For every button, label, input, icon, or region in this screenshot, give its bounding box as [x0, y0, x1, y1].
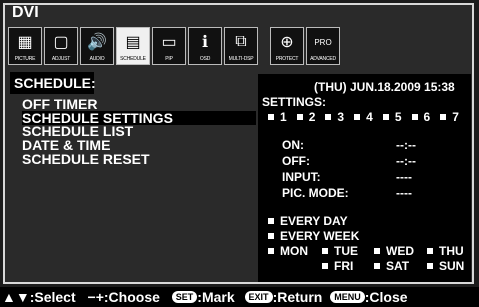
day-row-1: MON [268, 244, 308, 258]
settings-slots: 1 2 3 4 5 6 7 [268, 110, 459, 124]
exit-key-icon: EXIT [244, 291, 273, 304]
mark-hint: :Mark [197, 289, 235, 305]
close-hint: :Close [364, 289, 408, 305]
slot-7[interactable]: 7 [440, 110, 459, 124]
menu-key-icon: MENU [330, 291, 365, 304]
return-hint: :Return [272, 289, 323, 305]
key-guide-bar: ▲▼:Select −+:Choose SET:Mark EXIT:Return… [0, 287, 479, 307]
off-label: OFF: [282, 154, 310, 168]
day-tue[interactable]: TUE [322, 244, 358, 258]
every-week-option[interactable]: EVERY WEEK [268, 229, 359, 243]
slot-2[interactable]: 2 [296, 110, 315, 124]
day-fri[interactable]: FRI [322, 259, 353, 273]
protect-icon[interactable]: ⊕ PROTECT [270, 27, 304, 65]
input-value[interactable]: ---- [396, 170, 412, 184]
slot-1[interactable]: 1 [268, 110, 287, 124]
date-time-readout: (THU) JUN.18.2009 15:38 [314, 80, 455, 94]
day-sat[interactable]: SAT [374, 259, 409, 273]
day-thu[interactable]: THU [427, 244, 464, 258]
slot-6[interactable]: 6 [411, 110, 430, 124]
pip-icon[interactable]: ▭ PIP [152, 27, 186, 65]
schedule-settings-panel: (THU) JUN.18.2009 15:38 SETTINGS: 1 2 3 … [258, 74, 471, 282]
day-wed[interactable]: WED [374, 244, 414, 258]
on-time-value[interactable]: --:-- [396, 138, 416, 152]
menu-item-schedule-reset[interactable]: SCHEDULE RESET [22, 152, 150, 166]
slot-5[interactable]: 5 [382, 110, 402, 124]
slot-4[interactable]: 4 [354, 110, 373, 124]
picture-icon[interactable]: ▦ PICTURE [8, 27, 42, 65]
advanced-icon[interactable]: PRO ADVANCED [306, 27, 340, 65]
multi-dsp-icon[interactable]: ⧉ MULTI-DSP [224, 27, 258, 65]
up-down-keys-icon: ▲▼ [2, 289, 30, 305]
adjust-icon[interactable]: ▢ ADJUST [44, 27, 78, 65]
osd-panel: DVI ▦ PICTURE ▢ ADJUST 🔊 AUDIO ▤ SCHEDULE ▭ P… [0, 0, 479, 287]
schedule-icon[interactable]: ▤ SCHEDULE [116, 27, 150, 65]
menu-item-date-time[interactable]: DATE & TIME [22, 138, 110, 152]
pic-mode-value[interactable]: ---- [396, 186, 412, 200]
menu-item-off-timer[interactable]: OFF TIMER [22, 97, 97, 111]
audio-icon[interactable]: 🔊 AUDIO [80, 27, 114, 65]
input-label: INPUT: [282, 170, 321, 184]
slot-3[interactable]: 3 [325, 110, 344, 124]
menu-item-schedule-list[interactable]: SCHEDULE LIST [22, 124, 133, 138]
off-time-value[interactable]: --:-- [396, 154, 416, 168]
day-sun[interactable]: SUN [427, 259, 464, 273]
settings-label: SETTINGS: [262, 95, 327, 109]
input-title: DVI [12, 4, 39, 21]
choose-hint: :Choose [103, 289, 160, 305]
on-label: ON: [282, 138, 304, 152]
select-hint: :Select [29, 289, 76, 305]
osd-icon[interactable]: ℹ OSD [188, 27, 222, 65]
pic-mode-label: PIC. MODE: [282, 186, 349, 200]
minus-plus-keys-icon: −+ [87, 289, 104, 305]
set-key-icon: SET [171, 291, 198, 304]
day-mon[interactable]: MON [268, 244, 308, 258]
schedule-menu-header: SCHEDULE: [10, 72, 96, 94]
every-day-option[interactable]: EVERY DAY [268, 214, 348, 228]
menu-icon-bar: ▦ PICTURE ▢ ADJUST 🔊 AUDIO ▤ SCHEDULE ▭ PIP ℹ… [8, 27, 340, 65]
